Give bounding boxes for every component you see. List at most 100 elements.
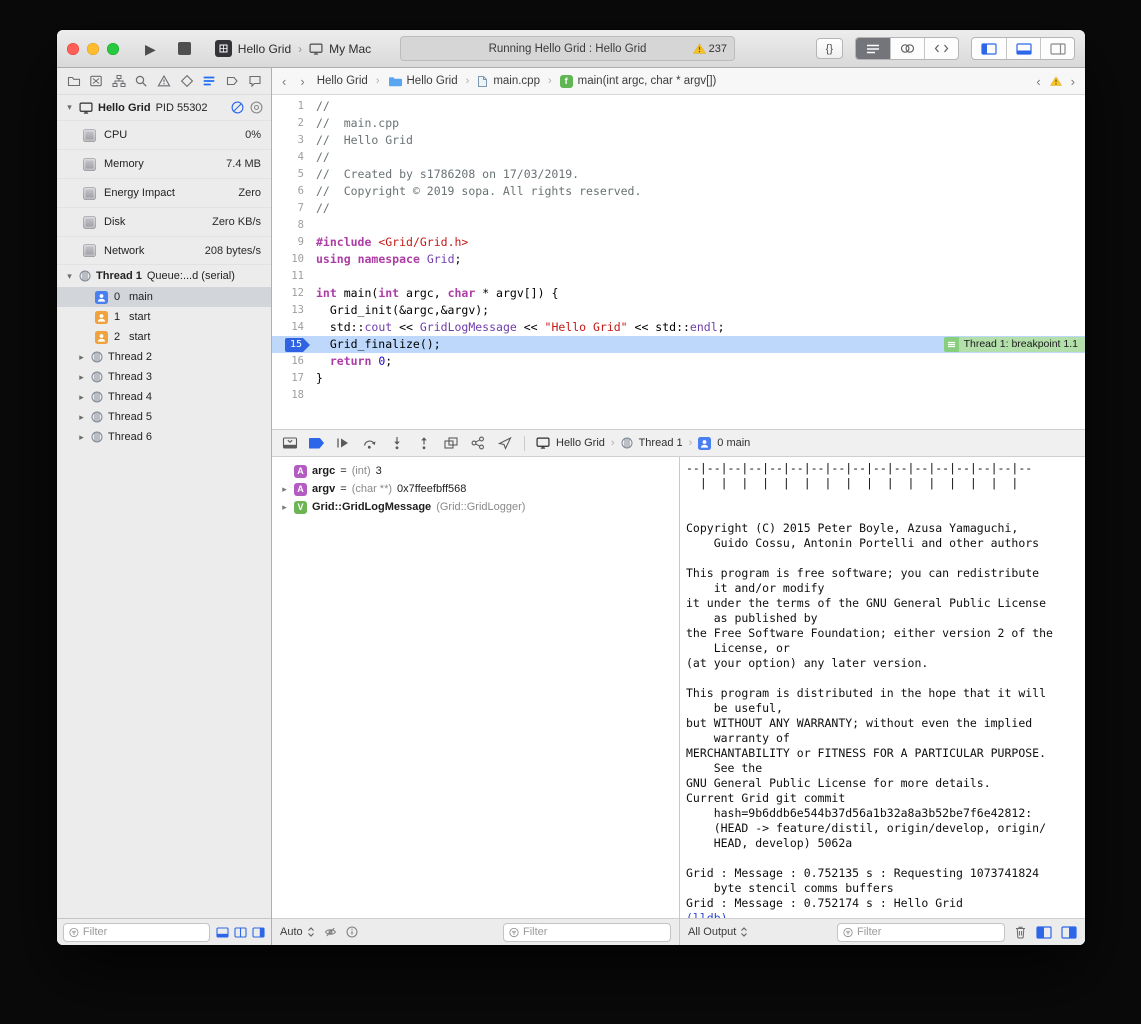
thread-row-thread-2[interactable]: ▸ Thread 2 <box>57 347 271 367</box>
console-filter-field[interactable] <box>837 923 1005 942</box>
code-line-14[interactable]: 14 std::cout << GridLogMessage << "Hello… <box>272 319 1085 336</box>
next-issue-button[interactable]: › <box>1071 74 1075 89</box>
code-line-18[interactable]: 18 <box>272 387 1085 404</box>
warning-count-badge[interactable]: 237 <box>693 43 727 55</box>
line-number[interactable]: 1 <box>272 98 316 115</box>
jumpbar-crumb-function[interactable]: f main(int argc, char * argv[]) <box>560 75 717 88</box>
code-text[interactable]: std::cout << GridLogMessage << "Hello Gr… <box>316 319 725 336</box>
step-out-button[interactable] <box>416 435 432 451</box>
scheme-selector[interactable]: Hello Grid › My Mac <box>215 40 371 57</box>
thread-row-thread-4[interactable]: ▸ Thread 4 <box>57 387 271 407</box>
navigator-filter-input[interactable] <box>83 926 204 938</box>
show-variables-view-button[interactable] <box>1036 926 1052 939</box>
navigator-filter-field[interactable] <box>63 923 210 942</box>
code-text[interactable]: // Created by s1786208 on 17/03/2019. <box>316 166 579 183</box>
code-line-12[interactable]: 12int main(int argc, char * argv[]) { <box>272 285 1085 302</box>
debug-crumb-process[interactable]: Hello Grid <box>556 437 605 449</box>
disclosure-triangle[interactable]: ▸ <box>77 432 86 443</box>
simulate-location-button[interactable] <box>497 435 513 451</box>
gauge-row-cpu[interactable]: CPU 0% <box>57 120 271 149</box>
disclosure-triangle[interactable]: ▸ <box>77 352 86 363</box>
line-number[interactable]: 14 <box>272 319 316 336</box>
console-scope-popup[interactable]: All Output <box>688 926 748 938</box>
code-text[interactable]: Grid_init(&argc,&argv); <box>316 302 489 319</box>
step-over-button[interactable] <box>362 435 378 451</box>
thread-row-thread-5[interactable]: ▸ Thread 5 <box>57 407 271 427</box>
code-line-16[interactable]: 16 return 0; <box>272 353 1085 370</box>
line-number[interactable]: 4 <box>272 149 316 166</box>
breakpoint-annotation[interactable]: Thread 1: breakpoint 1.1 <box>944 337 1085 352</box>
code-text[interactable]: // Hello Grid <box>316 132 413 149</box>
disclosure-triangle[interactable]: ▾ <box>65 271 74 282</box>
memory-graph-button[interactable] <box>470 435 486 451</box>
code-text[interactable]: // <box>316 200 330 217</box>
console-output-area[interactable]: --|--|--|--|--|--|--|--|--|--|--|--|--|-… <box>680 457 1085 918</box>
code-line-15[interactable]: 15 Grid_finalize(); Thread 1: breakpoint … <box>272 336 1085 353</box>
assistant-editor-button[interactable] <box>890 38 924 59</box>
thread-row-thread-3[interactable]: ▸ Thread 3 <box>57 367 271 387</box>
stack-frame-1-start[interactable]: 1 start <box>57 307 271 327</box>
disclosure-triangle[interactable]: ▸ <box>77 392 86 403</box>
line-number[interactable]: 9 <box>272 234 316 251</box>
show-crashed-threads-button[interactable] <box>216 927 229 938</box>
breakpoint-navigator-tab[interactable] <box>223 73 240 90</box>
code-line-8[interactable]: 8 <box>272 217 1085 234</box>
debug-crumb-thread[interactable]: Thread 1 <box>639 437 683 449</box>
gauge-row-energy-impact[interactable]: Energy Impact Zero <box>57 178 271 207</box>
code-line-6[interactable]: 6// Copyright © 2019 sopa. All rights re… <box>272 183 1085 200</box>
code-text[interactable]: using namespace Grid; <box>316 251 461 268</box>
debug-navigator-tab[interactable] <box>201 73 218 90</box>
source-control-navigator-tab[interactable] <box>88 73 105 90</box>
variables-filter-input[interactable] <box>523 926 665 938</box>
disclosure-triangle[interactable]: ▾ <box>65 102 74 113</box>
gauge-row-network[interactable]: Network 208 bytes/s <box>57 236 271 265</box>
line-number[interactable]: 15 <box>272 336 316 353</box>
test-navigator-tab[interactable] <box>178 73 195 90</box>
jumpbar-crumb-file[interactable]: main.cpp <box>477 75 540 88</box>
process-row[interactable]: ▾ Hello Grid PID 55302 <box>57 95 271 120</box>
find-navigator-tab[interactable] <box>133 73 150 90</box>
console-filter-input[interactable] <box>857 926 999 938</box>
code-line-4[interactable]: 4// <box>272 149 1085 166</box>
toggle-navigator-button[interactable] <box>972 38 1006 59</box>
code-line-9[interactable]: 9#include <Grid/Grid.h> <box>272 234 1085 251</box>
stop-button[interactable] <box>178 42 191 55</box>
info-icon[interactable] <box>346 926 358 938</box>
disclosure-triangle[interactable]: ▸ <box>77 412 86 423</box>
code-line-5[interactable]: 5// Created by s1786208 on 17/03/2019. <box>272 166 1085 183</box>
thread-1-row[interactable]: ▾ Thread 1 Queue:...d (serial) <box>57 265 271 287</box>
zoom-window-button[interactable] <box>107 43 119 55</box>
variable-row-argc[interactable]: A argc = (int) 3 <box>272 462 679 480</box>
close-window-button[interactable] <box>67 43 79 55</box>
toggle-debug-area-button[interactable] <box>1006 38 1040 59</box>
gauge-row-disk[interactable]: Disk Zero KB/s <box>57 207 271 236</box>
code-text[interactable]: } <box>316 370 323 387</box>
continue-button[interactable] <box>335 435 351 451</box>
line-number[interactable]: 2 <box>272 115 316 132</box>
library-button[interactable]: {} <box>816 38 843 59</box>
toggle-inspectors-button[interactable] <box>1040 38 1074 59</box>
variables-scope-popup[interactable]: Auto <box>280 926 315 938</box>
run-button[interactable]: ▶ <box>145 42 156 56</box>
code-text[interactable]: // main.cpp <box>316 115 399 132</box>
code-line-3[interactable]: 3// Hello Grid <box>272 132 1085 149</box>
debug-crumb-frame[interactable]: 0 main <box>717 437 750 449</box>
line-number[interactable]: 11 <box>272 268 316 285</box>
line-number[interactable]: 18 <box>272 387 316 404</box>
line-number[interactable]: 13 <box>272 302 316 319</box>
source-editor[interactable]: 1//2// main.cpp3// Hello Grid4//5// Crea… <box>272 95 1085 429</box>
warning-icon[interactable] <box>1050 76 1062 86</box>
code-line-13[interactable]: 13 Grid_init(&argc,&argv); <box>272 302 1085 319</box>
show-console-button[interactable] <box>1061 926 1077 939</box>
line-number[interactable]: 6 <box>272 183 316 200</box>
show-values-icon[interactable] <box>324 926 337 938</box>
code-text[interactable]: // <box>316 98 330 115</box>
breakpoints-toggle-button[interactable] <box>309 438 324 449</box>
variable-row-argv[interactable]: ▸ A argv = (char **) 0x7ffeefbff568 <box>272 480 679 498</box>
version-editor-button[interactable] <box>924 38 958 59</box>
disclosure-triangle[interactable]: ▸ <box>77 372 86 383</box>
step-into-button[interactable] <box>389 435 405 451</box>
disclosure-triangle[interactable]: ▸ <box>280 484 289 495</box>
code-text[interactable]: Grid_finalize(); <box>316 336 441 353</box>
line-number[interactable]: 17 <box>272 370 316 387</box>
